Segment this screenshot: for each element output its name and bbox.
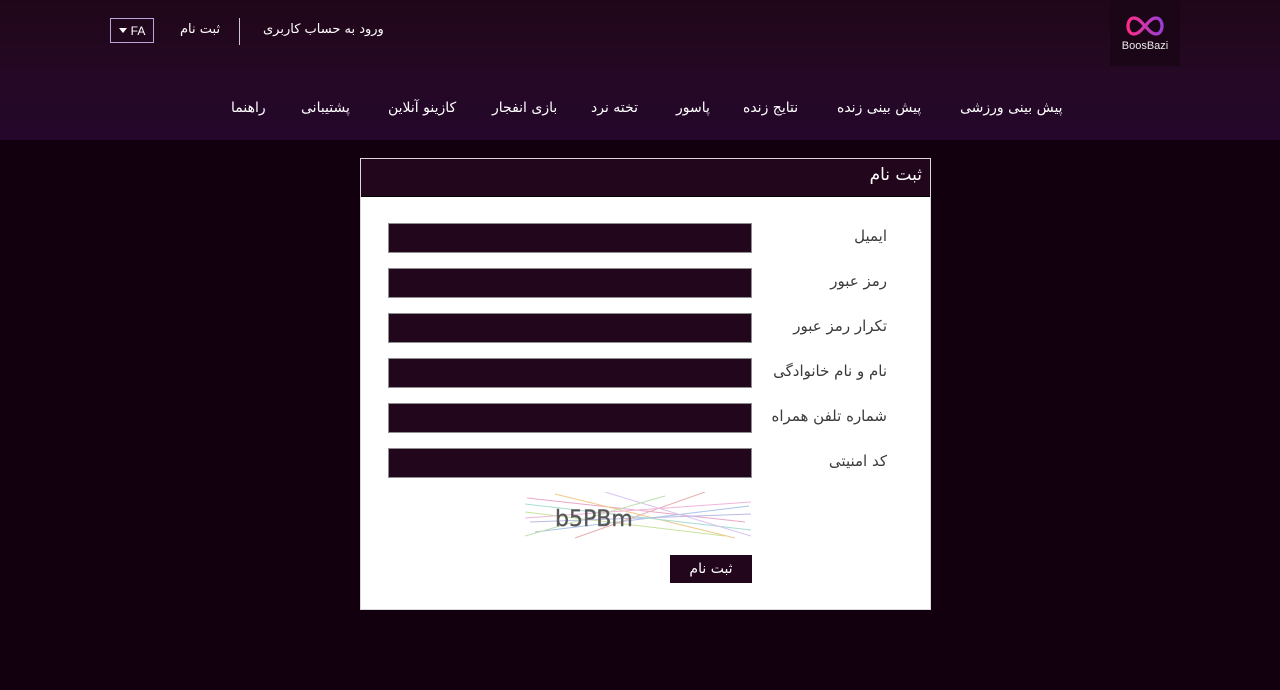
full-name-field[interactable] bbox=[388, 358, 752, 388]
nav-item-pasur[interactable]: پاسور bbox=[676, 100, 710, 116]
form-title: ثبت نام bbox=[869, 165, 922, 185]
top-header: BoosBazi FA ثبت نام ورود به حساب کاربری … bbox=[0, 0, 1280, 140]
security-code-field[interactable] bbox=[388, 448, 752, 478]
phone-row: شماره تلفن همراه bbox=[361, 403, 932, 433]
language-selector[interactable]: FA bbox=[110, 18, 154, 43]
phone-label: شماره تلفن همراه bbox=[771, 407, 887, 425]
language-label: FA bbox=[130, 23, 146, 38]
logo-text: BoosBazi bbox=[1121, 40, 1169, 52]
nav-item-live-betting[interactable]: پیش بینی زنده bbox=[837, 100, 921, 116]
security-code-row: کد امنیتی bbox=[361, 448, 932, 478]
captcha-text: b5PBm bbox=[555, 507, 633, 532]
nav-item-help[interactable]: راهنما bbox=[231, 100, 266, 116]
nav-item-support[interactable]: پشتیبانی bbox=[301, 100, 350, 116]
phone-field[interactable] bbox=[388, 403, 752, 433]
password-row: رمز عبور bbox=[361, 268, 932, 298]
email-label: ایمیل bbox=[854, 227, 887, 245]
confirm-password-row: تکرار رمز عبور bbox=[361, 313, 932, 343]
captcha-image: b5PBm bbox=[525, 492, 751, 539]
nav-item-backgammon[interactable]: تخته نرد bbox=[591, 100, 638, 116]
register-submit-button[interactable]: ثبت نام bbox=[670, 555, 752, 583]
form-header: ثبت نام bbox=[361, 159, 930, 197]
register-form: ثبت نام ایمیل رمز عبور تکرار رمز عبور نا… bbox=[360, 158, 931, 610]
header-divider bbox=[239, 18, 240, 45]
logo[interactable]: BoosBazi bbox=[1110, 0, 1180, 66]
main-nav: پیش بینی ورزشی پیش بینی زنده نتایج زنده … bbox=[0, 100, 1280, 124]
security-code-label: کد امنیتی bbox=[828, 452, 887, 470]
full-name-row: نام و نام خانوادگی bbox=[361, 358, 932, 388]
email-field[interactable] bbox=[388, 223, 752, 253]
login-link[interactable]: ورود به حساب کاربری bbox=[263, 22, 384, 37]
nav-item-live-results[interactable]: نتایج زنده bbox=[743, 100, 798, 116]
nav-item-sports-betting[interactable]: پیش بینی ورزشی bbox=[960, 100, 1063, 116]
caret-down-icon bbox=[118, 28, 127, 33]
confirm-password-field[interactable] bbox=[388, 313, 752, 343]
password-field[interactable] bbox=[388, 268, 752, 298]
email-row: ایمیل bbox=[361, 223, 932, 253]
logo-infinity-icon bbox=[1126, 16, 1164, 36]
confirm-password-label: تکرار رمز عبور bbox=[793, 317, 887, 335]
full-name-label: نام و نام خانوادگی bbox=[773, 362, 887, 380]
password-label: رمز عبور bbox=[830, 272, 887, 290]
nav-item-crash-game[interactable]: بازی انفجار bbox=[492, 100, 557, 116]
register-link[interactable]: ثبت نام bbox=[180, 22, 220, 37]
nav-item-online-casino[interactable]: کازینو آنلاین bbox=[388, 100, 456, 116]
